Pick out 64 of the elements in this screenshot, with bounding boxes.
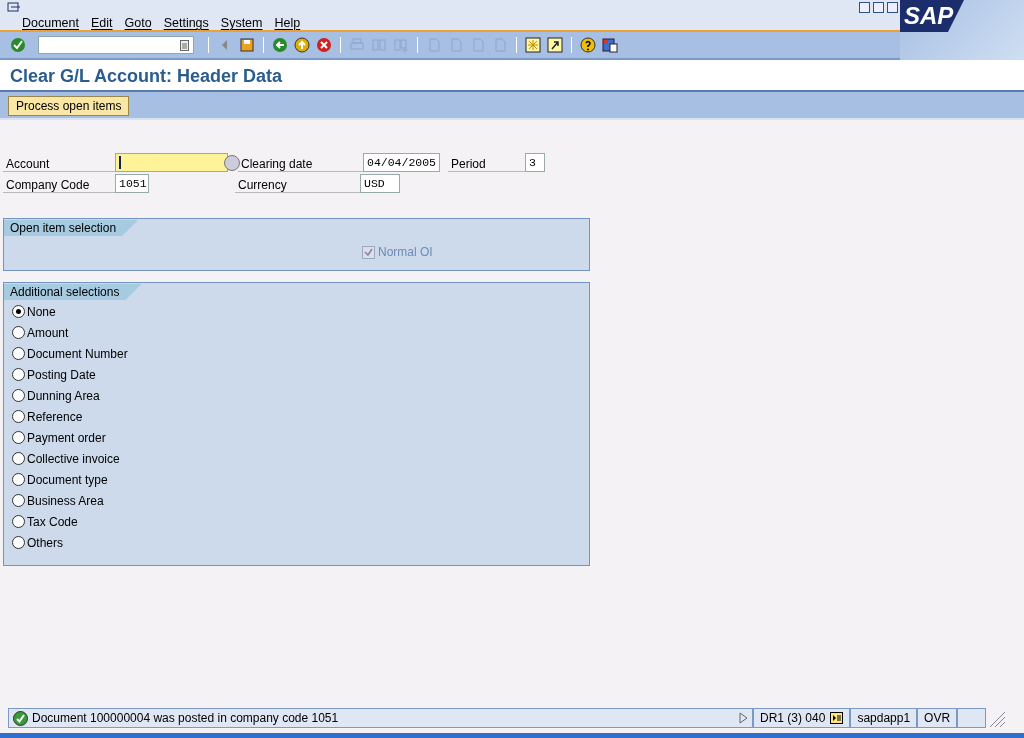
- radio-button[interactable]: [12, 452, 25, 465]
- input-field[interactable]: [115, 153, 228, 172]
- input-field[interactable]: USD: [360, 174, 400, 193]
- list-icon[interactable]: [830, 712, 844, 724]
- close-button[interactable]: [887, 2, 898, 13]
- radio-button[interactable]: [12, 347, 25, 360]
- save-icon[interactable]: [239, 37, 255, 53]
- radio-button[interactable]: [12, 515, 25, 528]
- radio-button[interactable]: [12, 494, 25, 507]
- input-field[interactable]: 3: [525, 153, 545, 172]
- layout-icon[interactable]: [602, 37, 618, 53]
- radio-label: Tax Code: [27, 513, 78, 531]
- radio-label: Reference: [27, 408, 83, 426]
- radio-button[interactable]: [12, 473, 25, 486]
- radio-label: None: [27, 303, 56, 321]
- radio-button[interactable]: [12, 410, 25, 423]
- input-field[interactable]: 04/04/2005: [363, 153, 440, 172]
- process-open-items-button[interactable]: Process open items: [8, 96, 130, 116]
- radio-button[interactable]: [12, 305, 25, 318]
- radio-label: Amount: [27, 324, 69, 342]
- menu-item[interactable]: Goto: [124, 14, 152, 33]
- radio-label: Document Number: [27, 345, 128, 363]
- radio-button[interactable]: [12, 389, 25, 402]
- back-icon[interactable]: [272, 37, 288, 53]
- menu-item[interactable]: Help: [274, 14, 301, 33]
- status-field: [957, 708, 987, 728]
- minimize-button[interactable]: [859, 2, 870, 13]
- system-id: DR1 (3) 040: [760, 710, 826, 727]
- status-message: Document 100000004 was posted in company code 1051: [32, 710, 339, 727]
- radio-button[interactable]: [12, 431, 25, 444]
- expand-icon[interactable]: [739, 712, 748, 724]
- group-title: Open item selection: [4, 220, 139, 236]
- radio-button[interactable]: [12, 368, 25, 381]
- radio-label: Posting Date: [27, 366, 96, 384]
- server-name: sapdapp1: [850, 708, 918, 728]
- maximize-button[interactable]: [873, 2, 884, 13]
- check-icon[interactable]: [10, 37, 26, 53]
- radio-label: Business Area: [27, 492, 104, 510]
- menu-item[interactable]: Document: [22, 14, 79, 33]
- group-title: Additional selections: [4, 284, 142, 300]
- command-field[interactable]: [38, 36, 194, 54]
- menu-item[interactable]: Edit: [91, 14, 113, 33]
- radio-label: Dunning Area: [27, 387, 100, 405]
- radio-label: Document type: [27, 471, 108, 489]
- radio-label: Others: [27, 534, 63, 552]
- radio-label: Collective invoice: [27, 450, 120, 468]
- menu-item[interactable]: Settings: [163, 14, 209, 33]
- checkbox-label: Normal OI: [378, 244, 433, 261]
- menu-item[interactable]: System: [220, 14, 263, 33]
- success-icon: [13, 710, 28, 726]
- menu-icon[interactable]: [7, 2, 21, 13]
- radio-button[interactable]: [12, 536, 25, 549]
- value-help-button[interactable]: [224, 154, 240, 171]
- radio-button[interactable]: [12, 326, 25, 339]
- screen-title: Clear G/L Account: Header Data: [10, 66, 283, 86]
- help-icon[interactable]: [580, 37, 596, 53]
- input-field[interactable]: 1051: [115, 174, 149, 193]
- input-mode: OVR: [917, 708, 958, 728]
- sap-logo: SAP: [900, 0, 964, 32]
- dropdown-icon[interactable]: [180, 40, 189, 51]
- radio-label: Payment order: [27, 429, 106, 447]
- cancel-icon[interactable]: [316, 37, 332, 53]
- shortcut-icon[interactable]: [547, 37, 563, 53]
- window-icon[interactable]: [525, 37, 541, 53]
